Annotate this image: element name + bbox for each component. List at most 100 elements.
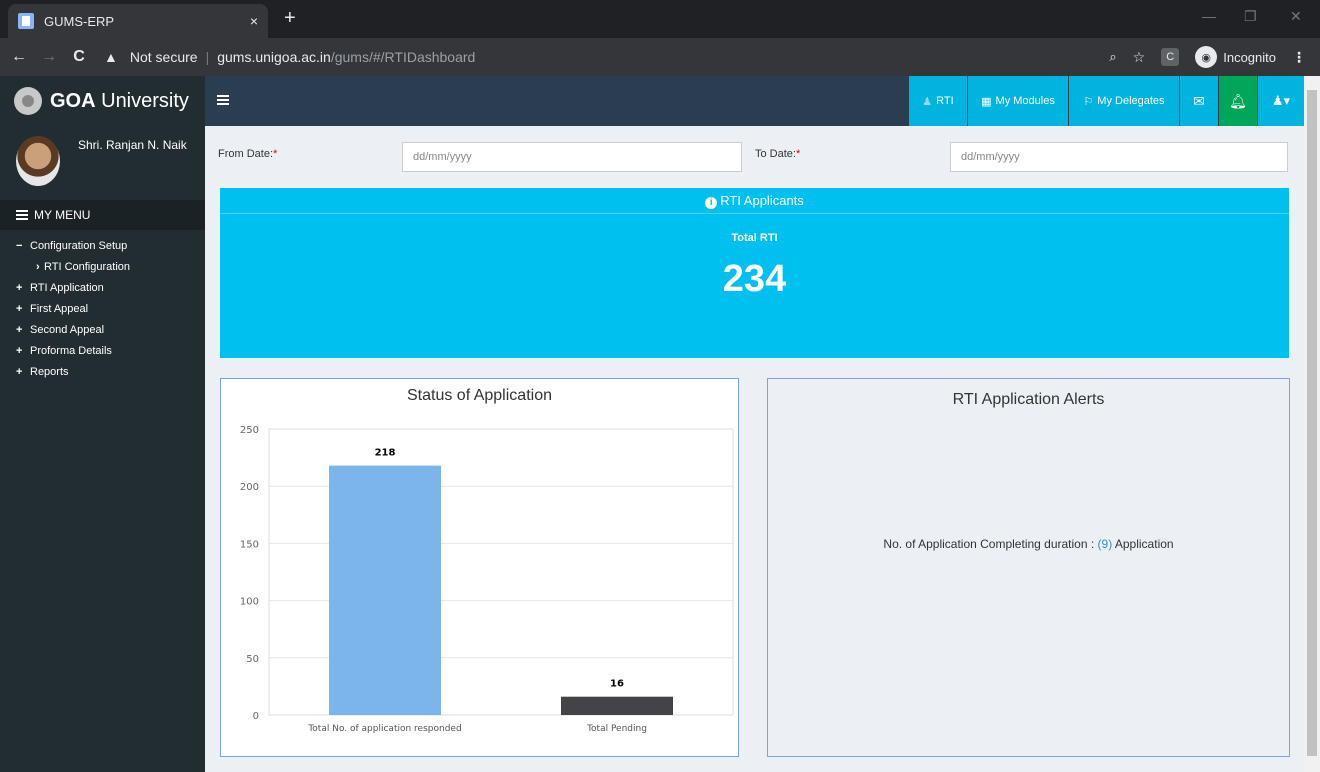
data-label: 16	[610, 679, 624, 690]
mail-button[interactable]: ✉	[1180, 76, 1218, 126]
incognito-indicator[interactable]: ◉ Incognito	[1195, 46, 1276, 68]
y-tick-label: 150	[240, 539, 259, 550]
sidebar-item-first-appeal[interactable]: + First Appeal	[0, 299, 205, 320]
sidebar-item-label: RTI Configuration	[44, 261, 131, 273]
user-name: Shri. Ranjan N. Naik	[78, 138, 187, 152]
info-icon: i	[705, 197, 718, 209]
zoom-icon[interactable]: ⌕	[1109, 49, 1116, 65]
bar	[329, 465, 441, 715]
y-tick-label: 250	[240, 425, 259, 436]
user-dropdown-icon: ♟▾	[1271, 93, 1291, 108]
rti-nav-button[interactable]: ♟ RTI	[909, 76, 967, 126]
expand-icon: +	[16, 366, 23, 378]
university-seal-icon	[14, 87, 42, 115]
flag-icon: ⚐	[1083, 95, 1094, 108]
from-date-input[interactable]: dd/mm/yyyy	[402, 142, 742, 172]
restore-icon[interactable]: ❐	[1244, 8, 1257, 25]
address-bar: ← → C ▲ Not secure | gums.unigoa.ac.in /…	[0, 38, 1320, 76]
my-modules-label: My Modules	[995, 95, 1055, 107]
sidebar-item-label: Configuration Setup	[30, 240, 128, 252]
total-rti-label: Total RTI	[731, 232, 778, 244]
x-category-label: Total Pending	[586, 724, 647, 734]
alerts-message: No. of Application Completing duration :…	[883, 537, 1174, 551]
my-delegates-button[interactable]: ⚐ My Delegates	[1069, 76, 1179, 126]
top-navbar: ♟ RTI ▦ My Modules ⚐ My Delegates ✉ 🔔︎ ♟…	[205, 76, 1304, 126]
collapse-icon: −	[16, 240, 23, 252]
minimize-icon[interactable]: —	[1202, 8, 1216, 24]
browser-tabbar: GUMS-ERP × + — ❐ ✕	[0, 0, 1320, 38]
y-tick-label: 200	[240, 482, 259, 493]
url-field[interactable]: Not secure | gums.unigoa.ac.in /gums/#/R…	[124, 49, 475, 65]
close-tab-icon[interactable]: ×	[250, 13, 258, 29]
scrollbar-thumb[interactable]	[1307, 90, 1317, 756]
sidebar-item-proforma-details[interactable]: + Proforma Details	[0, 341, 205, 362]
extension-icon[interactable]: C	[1161, 48, 1180, 66]
sidebar-item-label: Reports	[30, 366, 69, 378]
sidebar-item-label: RTI Application	[30, 282, 104, 294]
brand-name-rest: University	[95, 89, 189, 112]
my-modules-button[interactable]: ▦ My Modules	[968, 76, 1068, 126]
sidebar-item-configuration-setup[interactable]: − Configuration Setup	[0, 236, 205, 257]
rti-applicants-header: i RTI Applicants	[220, 188, 1289, 214]
back-icon[interactable]: ←	[8, 48, 30, 66]
url-host: gums.unigoa.ac.in	[217, 49, 331, 65]
user-menu-button[interactable]: ♟▾	[1258, 76, 1304, 126]
browser-menu-icon[interactable]: ⋮	[1292, 49, 1306, 66]
sidebar-item-reports[interactable]: + Reports	[0, 362, 205, 383]
from-date-label: From Date:*	[218, 148, 278, 160]
y-tick-label: 0	[253, 711, 259, 722]
hamburger-icon[interactable]	[217, 95, 229, 105]
expand-icon: +	[16, 345, 23, 357]
to-date-input[interactable]: dd/mm/yyyy	[950, 142, 1288, 172]
forward-icon[interactable]: →	[38, 48, 60, 66]
menu-header-label: MY MENU	[34, 208, 91, 222]
main-content: From Date:* dd/mm/yyyy To Date:* dd/mm/y…	[205, 126, 1304, 772]
rti-applicants-box: i RTI Applicants Total RTI 234	[220, 188, 1289, 358]
new-tab-button[interactable]: +	[284, 8, 296, 28]
notifications-button[interactable]: 🔔︎	[1219, 76, 1257, 126]
y-tick-label: 100	[240, 597, 259, 608]
sidebar-item-rti-application[interactable]: + RTI Application	[0, 278, 205, 299]
favicon-icon	[18, 13, 34, 29]
expand-icon: +	[16, 324, 23, 336]
warning-icon[interactable]: ▲	[104, 49, 118, 65]
bookmark-star-icon[interactable]: ☆	[1133, 49, 1146, 66]
sidebar-menu: − Configuration Setup › RTI Configuration …	[0, 230, 205, 383]
alerts-count-link[interactable]: (9)	[1098, 537, 1113, 551]
menu-list-icon	[16, 210, 28, 220]
browser-tab[interactable]: GUMS-ERP ×	[8, 4, 268, 38]
total-rti-value: 234	[722, 258, 787, 300]
close-window-icon[interactable]: ✕	[1290, 8, 1302, 25]
my-delegates-label: My Delegates	[1097, 95, 1165, 107]
sidebar-item-second-appeal[interactable]: + Second Appeal	[0, 320, 205, 341]
rti-user-icon: ♟	[922, 95, 933, 108]
expand-icon: +	[16, 303, 23, 315]
sidebar-item-label: Proforma Details	[30, 345, 112, 357]
data-label: 218	[375, 448, 396, 459]
bar	[561, 696, 673, 715]
rti-nav-label: RTI	[936, 95, 954, 107]
status-panel-title: Status of Application	[407, 387, 552, 404]
brand-name-bold: GOA	[50, 89, 96, 112]
brand[interactable]: GOA University	[0, 76, 205, 126]
grid-icon: ▦	[981, 95, 992, 108]
alerts-panel-title: RTI Application Alerts	[952, 391, 1105, 408]
status-chart: 0 50 100 150 200 250 218 Total No. of applicati…	[240, 425, 734, 734]
chevron-right-icon: ›	[36, 261, 40, 273]
page-scrollbar[interactable]	[1304, 76, 1320, 772]
alerts-panel: RTI Application Alerts No. of Applicatio…	[767, 378, 1290, 757]
incognito-icon: ◉	[1195, 46, 1218, 68]
x-category-label: Total No. of application responded	[307, 724, 461, 734]
profile-label: Incognito	[1223, 49, 1276, 65]
tab-title: GUMS-ERP	[44, 13, 115, 29]
status-panel: Status of Application 0 50 100 150 200 250 218…	[220, 378, 739, 757]
url-divider: |	[205, 49, 210, 65]
reload-icon[interactable]: C	[68, 48, 90, 66]
sidebar-item-label: Second Appeal	[30, 324, 105, 336]
menu-header: MY MENU	[0, 200, 205, 230]
user-panel: Shri. Ranjan N. Naik	[0, 126, 205, 188]
app: GOA University Shri. Ranjan N. Naik MY M…	[0, 76, 1320, 772]
y-tick-label: 50	[246, 654, 259, 665]
sidebar-item-label: First Appeal	[30, 303, 89, 315]
sidebar-item-rti-configuration[interactable]: › RTI Configuration	[0, 257, 205, 278]
